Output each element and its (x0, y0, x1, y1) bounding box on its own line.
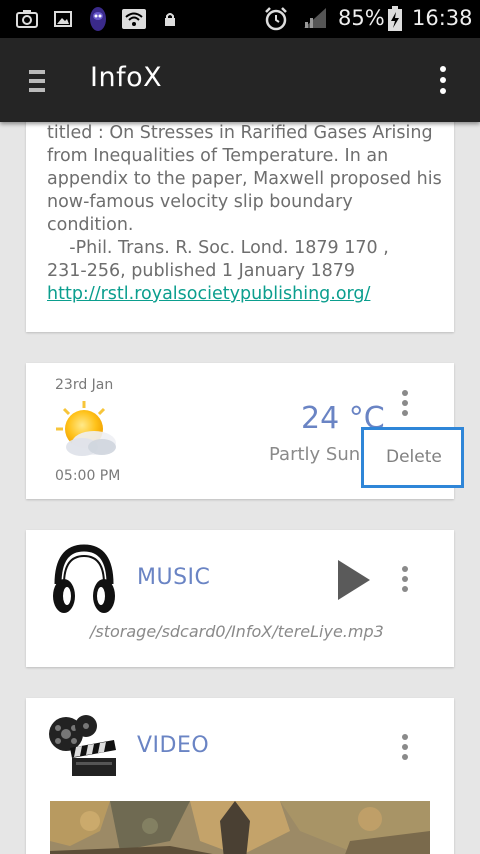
app-title: InfoX (90, 62, 163, 93)
text-card: titled : On Stresses in Rarified Gases A… (26, 100, 454, 332)
video-label: VIDEO (137, 733, 210, 758)
music-card: MUSIC /storage/sdcard0/InfoX/tereLiye.mp… (26, 530, 454, 667)
more-vert-icon[interactable] (436, 66, 450, 96)
battery-charging-icon (387, 6, 403, 32)
wifi-icon (122, 8, 146, 30)
card-menu-icon[interactable] (400, 390, 410, 422)
weather-date: 23rd Jan (55, 377, 114, 393)
text-line: -Phil. Trans. R. Soc. Lond. 1879 170 , (47, 238, 389, 258)
clapperboard-icon (46, 712, 118, 778)
card-menu-icon[interactable] (400, 566, 410, 598)
status-bar: 85% 16:38 (0, 0, 480, 38)
file-path: /storage/sdcard0/InfoX/tereLiye.mp3 (90, 622, 384, 641)
card-menu-icon[interactable] (400, 734, 410, 766)
video-thumbnail[interactable] (50, 801, 430, 854)
delete-menu-item[interactable]: Delete (386, 447, 442, 467)
alarm-icon (263, 6, 289, 32)
battery-percent: 85% (338, 6, 385, 30)
text-line: 231-256, published 1 January 1879 (47, 261, 356, 281)
hamburger-icon[interactable] (29, 70, 45, 92)
popup-menu: Delete (361, 427, 464, 488)
music-label: MUSIC (137, 565, 211, 590)
text-line: now-famous velocity slip boundary (47, 192, 353, 212)
text-line: titled : On Stresses in Rarified Gases A… (47, 123, 433, 143)
clock: 16:38 (412, 6, 473, 30)
screenshot-icon (16, 8, 38, 30)
text-line: condition. (47, 215, 134, 235)
weather-time: 05:00 PM (55, 468, 121, 484)
app-notification-icon (88, 6, 108, 32)
signal-icon (302, 6, 328, 30)
play-icon[interactable] (338, 560, 370, 600)
headphones-icon (50, 542, 118, 616)
card-text: titled : On Stresses in Rarified Gases A… (47, 122, 447, 306)
text-line: appendix to the paper, Maxwell proposed … (47, 169, 442, 189)
lock-icon (164, 8, 176, 30)
text-line: from Inequalities of Temperature. In an (47, 146, 389, 166)
app-bar: InfoX (0, 38, 480, 122)
video-card: VIDEO (26, 698, 454, 854)
partly-sunny-icon (54, 399, 120, 461)
source-link[interactable]: http://rstl.royalsocietypublishing.org/ (47, 284, 370, 304)
gallery-icon (54, 8, 72, 30)
